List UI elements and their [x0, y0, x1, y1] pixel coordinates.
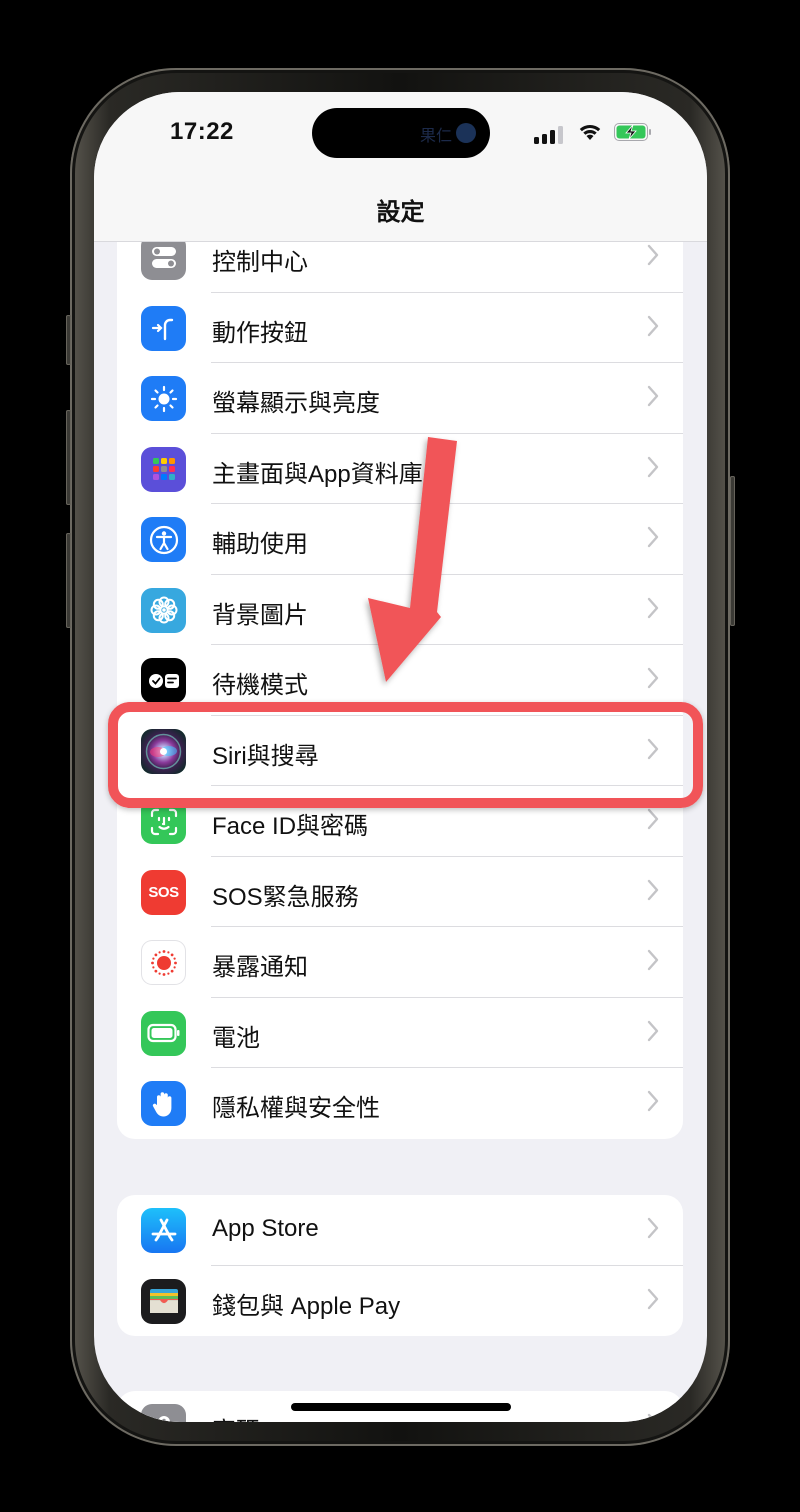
chevron-right-icon [647, 1020, 659, 1041]
chevron-right-icon [647, 808, 659, 830]
phone-screen: 17:22 果仁 設定 控制中心 動作按鈕 螢幕顯示與亮度 主畫面與App資料庫… [94, 92, 707, 1422]
settings-row-action-button[interactable]: 動作按鈕 [117, 293, 683, 363]
chevron-right-icon [647, 244, 659, 266]
settings-row-label: 控制中心 [212, 249, 308, 276]
status-bar: 17:22 果仁 [94, 92, 707, 182]
battery-icon [141, 1010, 186, 1056]
power-button [730, 476, 735, 626]
settings-row-label: 電池 [212, 1024, 260, 1052]
chevron-right-icon [647, 526, 659, 548]
chevron-right-icon [647, 1288, 659, 1309]
chevron-right-icon [647, 738, 659, 759]
settings-row-standby[interactable]: 待機模式 [117, 645, 683, 716]
wallet-icon [141, 1278, 186, 1324]
action-button-icon [141, 305, 186, 351]
settings-row-label: 錢包與 Apple Pay [212, 1292, 401, 1320]
settings-row-label: App Store [212, 1215, 319, 1242]
chevron-right-icon [647, 597, 659, 618]
navigation-bar: 設定 [94, 182, 707, 242]
settings-row-label: 待機模式 [212, 672, 308, 699]
settings-row-siri-search[interactable]: Siri與搜尋 [117, 716, 683, 786]
settings-section-general: 控制中心 動作按鈕 螢幕顯示與亮度 主畫面與App資料庫 輔助使用 背景圖片 待… [117, 242, 683, 1139]
volume-up-button [66, 410, 71, 505]
settings-row-accessibility[interactable]: 輔助使用 [117, 504, 683, 575]
settings-row-display-brightness[interactable]: 螢幕顯示與亮度 [117, 363, 683, 434]
settings-row-label: 螢幕顯示與亮度 [212, 390, 380, 417]
settings-row-wallet-apple-pay[interactable]: 錢包與 Apple Pay [117, 1266, 683, 1337]
status-time: 17:22 [170, 118, 234, 145]
settings-row-emergency-sos[interactable]: SOS SOS緊急服務 [117, 857, 683, 927]
control-center-icon [141, 242, 186, 280]
page-title: 設定 [376, 199, 425, 226]
chevron-right-icon [647, 879, 659, 900]
island-label: 果仁 [419, 128, 452, 145]
chevron-right-icon [647, 1217, 659, 1239]
privacy-hand-icon [141, 1081, 186, 1126]
home-screen-icon [141, 446, 186, 492]
chevron-right-icon [647, 1090, 659, 1112]
settings-row-app-store[interactable]: App Store [117, 1195, 683, 1266]
chevron-right-icon [647, 1413, 657, 1422]
chevron-right-icon [647, 949, 659, 971]
settings-row-privacy-security[interactable]: 隱私權與安全性 [117, 1068, 683, 1139]
accessibility-icon [141, 517, 186, 562]
chevron-right-icon [647, 667, 659, 689]
settings-row-label: 輔助使用 [212, 531, 308, 558]
settings-row-label: 密碼 [212, 1411, 260, 1422]
exposure-notification-icon [141, 940, 186, 985]
settings-row-control-center[interactable]: 控制中心 [117, 242, 683, 293]
settings-row-label: SOS緊急服務 [212, 883, 359, 911]
wifi-icon [579, 124, 601, 140]
sos-icon: SOS [141, 869, 186, 915]
settings-row-home-screen[interactable]: 主畫面與App資料庫 [117, 434, 683, 504]
siri-icon [141, 728, 186, 774]
chevron-right-icon [647, 315, 659, 336]
sos-icon-text: SOS [148, 883, 179, 901]
settings-row-exposure-notifications[interactable]: 暴露通知 [117, 927, 683, 998]
settings-row-wallpaper[interactable]: 背景圖片 [117, 575, 683, 645]
settings-row-face-id[interactable]: Face ID與密碼 [117, 786, 683, 857]
settings-list[interactable]: 控制中心 動作按鈕 螢幕顯示與亮度 主畫面與App資料庫 輔助使用 背景圖片 待… [94, 242, 707, 1422]
settings-row-label: 主畫面與App資料庫 [212, 460, 423, 488]
standby-icon [141, 658, 186, 703]
settings-row-battery[interactable]: 電池 [117, 998, 683, 1068]
settings-row-label: 隱私權與安全性 [212, 1095, 380, 1122]
settings-row-label: 動作按鈕 [212, 319, 308, 347]
island-avatar-icon [456, 123, 476, 143]
settings-row-label: 暴露通知 [212, 954, 308, 981]
settings-row-label: Face ID與密碼 [212, 813, 369, 840]
app-store-icon [141, 1208, 186, 1253]
chevron-right-icon [647, 385, 659, 407]
face-id-icon [141, 799, 186, 844]
action-side-button [66, 315, 71, 365]
settings-section-store-wallet: App Store 錢包與 Apple Pay [117, 1195, 683, 1336]
battery-charging-icon [614, 123, 651, 141]
settings-row-label: 背景圖片 [212, 601, 308, 629]
chevron-right-icon [647, 456, 659, 477]
passwords-key-icon [141, 1404, 186, 1422]
brightness-icon [141, 376, 186, 421]
cellular-signal-icon [534, 126, 563, 144]
settings-row-label: Siri與搜尋 [212, 742, 319, 770]
dynamic-island[interactable]: 果仁 [312, 108, 490, 158]
wallpaper-icon [141, 587, 186, 633]
home-indicator[interactable] [291, 1403, 511, 1411]
volume-down-button [66, 533, 71, 628]
